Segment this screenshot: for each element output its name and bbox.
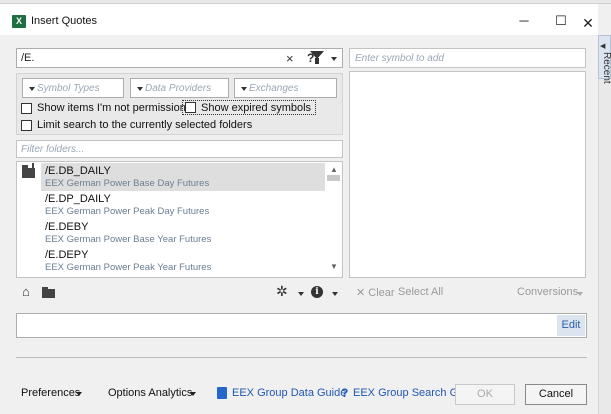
checkbox-label: Limit search to the currently selected f… xyxy=(37,119,253,131)
result-symbol: /E.DP_DAILY xyxy=(45,193,111,205)
result-description: EEX German Power Base Year Futures xyxy=(45,234,212,245)
result-description: EEX German Power Peak Day Futures xyxy=(45,206,210,217)
checkbox-label: Show expired symbols xyxy=(201,101,312,114)
result-symbol: /E.DB_DAILY xyxy=(45,165,111,177)
list-item[interactable]: /E.DP_DAILY EEX German Power Peak Day Fu… xyxy=(41,191,325,219)
checkbox-box[interactable] xyxy=(21,119,32,131)
data-providers-label: Data Providers xyxy=(145,83,212,94)
scroll-up-icon[interactable]: ▲ xyxy=(330,165,338,174)
list-item[interactable]: /E.DB_DAILY EEX German Power Base Day Fu… xyxy=(41,163,325,191)
minimize-button[interactable]: ─ xyxy=(507,10,541,32)
window-title: Insert Quotes xyxy=(31,15,98,27)
add-symbol-input[interactable]: Enter symbol to add xyxy=(349,48,586,68)
divider xyxy=(16,357,587,358)
book-icon[interactable] xyxy=(217,387,227,399)
cancel-button[interactable]: Cancel xyxy=(525,384,587,405)
limit-search-checkbox[interactable]: Limit search to the currently selected f… xyxy=(21,118,252,132)
select-all-button[interactable]: Select All xyxy=(398,286,443,298)
checkbox-box[interactable] xyxy=(185,102,196,113)
scroll-down-icon[interactable]: ▼ xyxy=(330,262,338,271)
chevron-down-icon xyxy=(137,87,143,91)
question-icon[interactable]: ? xyxy=(341,386,348,400)
result-description: EEX German Power Base Day Futures xyxy=(45,178,210,189)
title-bar: X Insert Quotes ─ ☐ ✕ xyxy=(0,4,598,35)
chevron-down-icon[interactable] xyxy=(332,292,338,296)
options-analytics-menu[interactable]: Options Analytics xyxy=(108,387,192,399)
data-guide-link[interactable]: EEX Group Data Guide xyxy=(232,387,346,399)
scrollbar-thumb[interactable] xyxy=(327,175,340,181)
formula-input[interactable] xyxy=(16,313,587,338)
clear-button[interactable]: ✕ Clear xyxy=(356,286,395,299)
filter-folders-placeholder: Filter folders... xyxy=(21,144,85,155)
add-symbol-placeholder: Enter symbol to add xyxy=(355,53,444,64)
folder-icon xyxy=(22,163,35,178)
data-providers-dropdown[interactable]: Data Providers xyxy=(130,78,229,98)
chevron-down-icon[interactable] xyxy=(577,292,583,296)
result-symbol: /E.DEBY xyxy=(45,221,89,233)
result-description: EEX German Power Peak Year Futures xyxy=(45,262,212,273)
search-value: /E. xyxy=(21,52,35,64)
folder-icon[interactable] xyxy=(42,287,55,298)
filter-dropdown-icon[interactable] xyxy=(331,57,337,61)
chevron-down-icon xyxy=(241,87,247,91)
exchanges-dropdown[interactable]: Exchanges xyxy=(234,78,337,98)
selected-symbols-list[interactable] xyxy=(349,71,586,278)
show-not-permissioned-checkbox[interactable]: Show items I'm not permission... xyxy=(21,101,195,115)
close-button[interactable]: ✕ xyxy=(572,8,604,38)
chevron-down-icon[interactable] xyxy=(298,292,304,296)
symbol-search-input[interactable]: /E. × ? xyxy=(16,48,343,68)
chevron-down-icon xyxy=(29,87,35,91)
symbol-types-label: Symbol Types xyxy=(37,83,100,94)
home-icon[interactable]: ⌂ xyxy=(22,284,30,299)
funnel-icon-stem xyxy=(315,58,319,64)
info-icon[interactable]: i xyxy=(311,286,323,298)
conversions-button[interactable]: Conversions xyxy=(517,286,578,298)
chevron-down-icon[interactable] xyxy=(76,392,82,396)
exchanges-label: Exchanges xyxy=(249,83,299,94)
edit-button[interactable]: Edit xyxy=(557,315,585,336)
filter-folders-input[interactable]: Filter folders... xyxy=(16,140,343,158)
show-expired-checkbox[interactable]: Show expired symbols xyxy=(182,100,317,115)
gear-icon[interactable]: ✲ xyxy=(276,283,288,300)
excel-icon: X xyxy=(12,15,26,28)
chevron-down-icon[interactable] xyxy=(190,392,196,396)
search-guide-link[interactable]: EEX Group Search Guide xyxy=(353,387,455,399)
list-item[interactable]: /E.DEBY EEX German Power Base Year Futur… xyxy=(41,219,325,247)
expand-arrow-icon[interactable]: ◀ xyxy=(600,42,605,50)
list-item[interactable]: /E.DEPY EEX German Power Peak Year Futur… xyxy=(41,247,325,275)
result-symbol: /E.DEPY xyxy=(45,249,89,261)
checkbox-label: Show items I'm not permission... xyxy=(37,102,195,114)
recent-tab-label[interactable]: Recent xyxy=(601,52,611,84)
recent-rail xyxy=(598,35,611,414)
symbol-types-dropdown[interactable]: Symbol Types xyxy=(22,78,124,98)
preferences-menu[interactable]: Preferences xyxy=(21,387,80,399)
clear-search-icon[interactable]: × xyxy=(286,51,294,66)
checkbox-box[interactable] xyxy=(21,102,32,114)
ok-button[interactable]: OK xyxy=(455,384,515,405)
